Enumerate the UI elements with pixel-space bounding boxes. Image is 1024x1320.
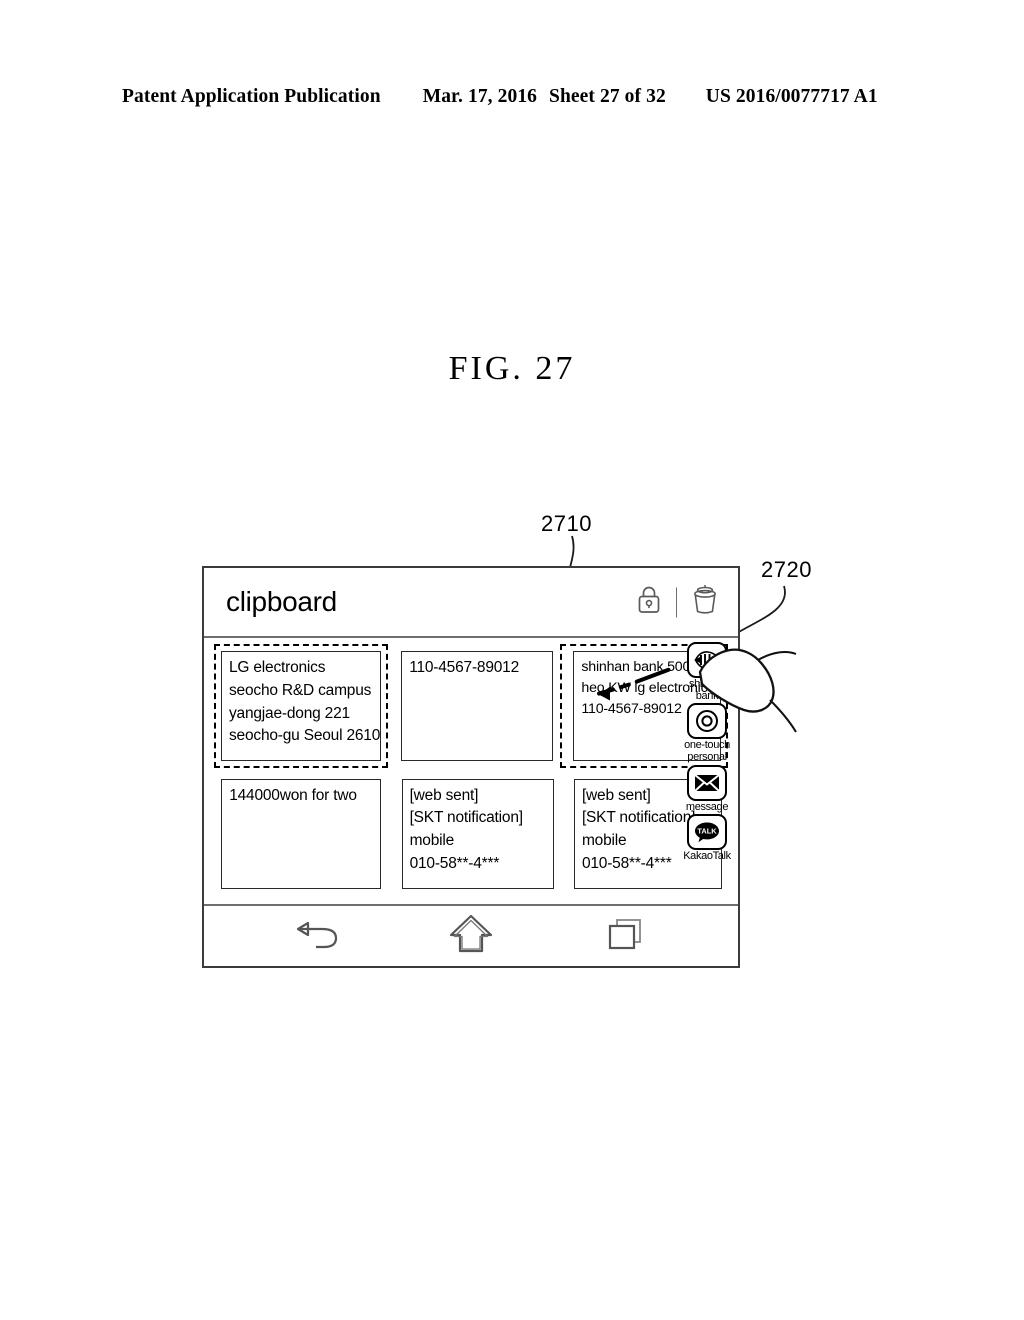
app-shortcut-rail: shinhan bank one-touch personal message …	[679, 642, 735, 864]
recent-apps-icon	[604, 915, 648, 958]
publication-label: Patent Application Publication	[122, 86, 381, 107]
clipboard-card-5[interactable]: [web sent] [SKT notification] mobile 010…	[401, 778, 554, 889]
card-1-selection-outline: LG electronics seocho R&D campus yangjae…	[214, 644, 388, 769]
app-shortcut-kakaotalk[interactable]: TALK KakaoTalk	[683, 814, 731, 863]
card-1-line-1: LG electronics	[229, 659, 326, 676]
reference-numeral-2720: 2720	[761, 557, 812, 582]
app-shortcut-shinhan-bank[interactable]: shinhan bank	[687, 642, 727, 702]
titlebar-divider	[676, 587, 677, 617]
system-navigation-bar	[204, 904, 738, 966]
app-shortcut-one-touch-personal[interactable]: one-touch personal	[684, 703, 730, 763]
clipboard-card-1[interactable]: LG electronics seocho R&D campus yangjae…	[221, 651, 381, 761]
nav-back-button[interactable]	[279, 913, 353, 959]
app-titlebar: clipboard	[204, 568, 738, 638]
app-label-shinhan-bank: shinhan bank	[688, 678, 726, 702]
card-5-line-3: mobile	[409, 832, 455, 850]
app-label-line-2: bank	[695, 689, 719, 702]
app-label-line-1: message	[685, 800, 729, 813]
device-screen: clipboard LG electronics seocho R&D camp…	[202, 566, 740, 968]
shinhan-bank-icon[interactable]	[687, 642, 727, 678]
card-1-line-4: seocho-gu Seoul 2610	[229, 727, 381, 745]
patent-page-header: Patent Application Publication Mar. 17, …	[122, 86, 902, 108]
app-label-one-touch-personal: one-touch personal	[684, 739, 730, 763]
kakaotalk-icon[interactable]: TALK	[686, 814, 727, 851]
lock-icon[interactable]	[635, 585, 663, 620]
trash-icon[interactable]	[690, 584, 720, 621]
clipboard-body: LG electronics seocho R&D campus yangjae…	[204, 638, 738, 904]
sheet-number: Sheet 27 of 32	[549, 86, 666, 107]
clipboard-card-2[interactable]: 110-4567-89012	[401, 651, 554, 762]
figure-caption: FIG. 27	[448, 350, 576, 387]
card-5-line-4: 010-58**-4***	[409, 854, 500, 872]
app-label-line-2: personal	[687, 750, 727, 763]
card-2-line-1: 110-4567-89012	[409, 659, 520, 677]
card-1-line-3: yangjae-dong 221	[229, 704, 350, 722]
clipboard-row-1: LG electronics seocho R&D campus yangjae…	[214, 644, 729, 769]
nav-home-button[interactable]	[434, 913, 508, 959]
titlebar-actions	[635, 584, 720, 621]
home-up-arrow-icon	[448, 913, 494, 960]
clipboard-row-2: 144000won for two [web sent] [SKT notifi…	[214, 771, 722, 895]
card-5-line-2: [SKT notification]	[409, 809, 523, 827]
document-number: US 2016/0077717 A1	[705, 86, 878, 107]
nav-recents-button[interactable]	[589, 913, 663, 959]
card-2-wrapper: 110-4567-89012	[388, 644, 560, 768]
app-label-line-1: shinhan	[688, 678, 726, 690]
reference-numeral-2710: 2710	[541, 511, 592, 536]
card-4-line-1: 144000won for two	[229, 786, 357, 804]
card-4-wrapper: 144000won for two	[214, 771, 388, 895]
app-label-line-1: one-touch	[684, 739, 730, 752]
message-envelope-icon[interactable]	[687, 764, 727, 801]
one-touch-personal-icon[interactable]	[687, 703, 727, 740]
svg-text:TALK: TALK	[697, 827, 717, 836]
back-arrow-icon	[286, 917, 346, 956]
page-title: clipboard	[226, 586, 337, 617]
app-label-kakaotalk: KakaoTalk	[683, 850, 731, 863]
card-5-line-1: [web sent]	[409, 786, 479, 804]
clipboard-card-4[interactable]: 144000won for two	[221, 778, 382, 889]
app-label-line-1: KakaoTalk	[683, 850, 731, 863]
publication-date: Mar. 17, 2016	[422, 86, 538, 107]
card-5-wrapper: [web sent] [SKT notification] mobile 010…	[388, 771, 560, 895]
app-label-message: message	[685, 800, 729, 814]
card-1-line-2: seocho R&D campus	[229, 681, 372, 699]
clipboard-card-grid: LG electronics seocho R&D campus yangjae…	[214, 644, 729, 899]
app-shortcut-message[interactable]: message	[685, 764, 729, 814]
